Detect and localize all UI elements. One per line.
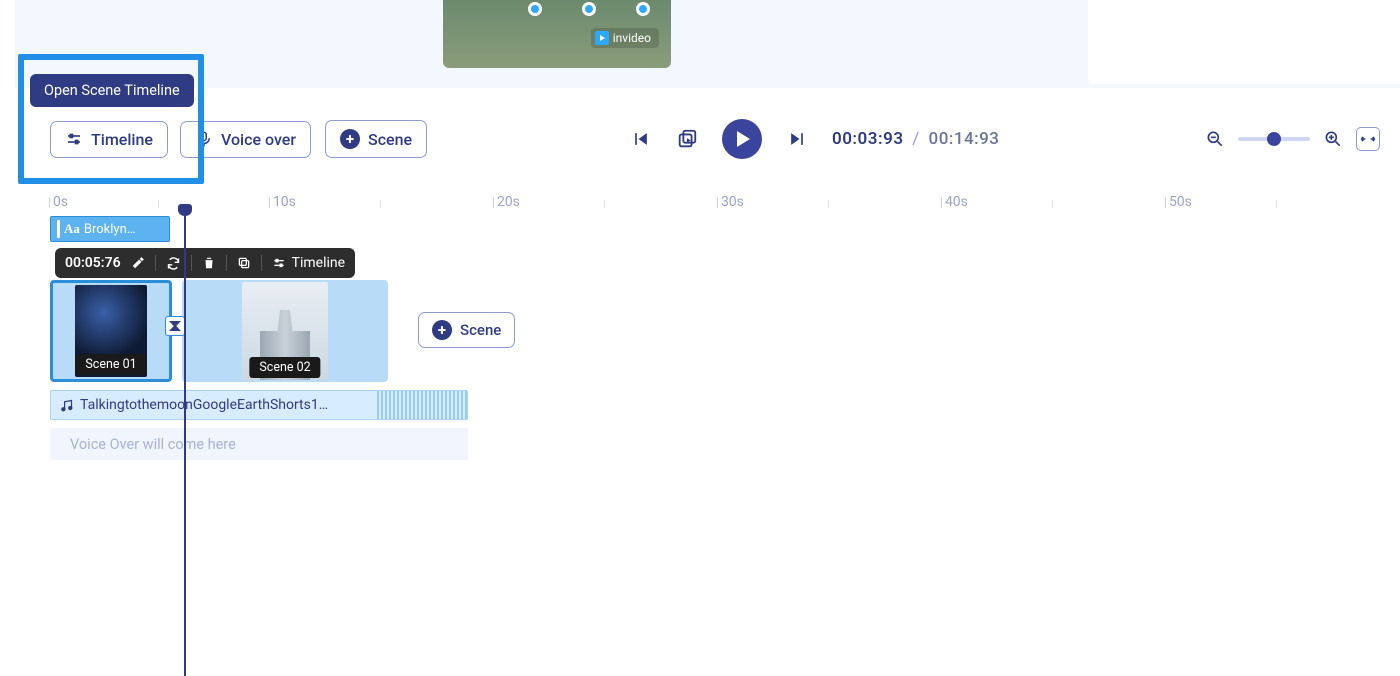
audio-clip-label: TalkingtothemoonGoogleEarthShorts1… bbox=[80, 397, 328, 413]
delete-button[interactable] bbox=[202, 256, 216, 270]
clip-timeline-button[interactable]: Timeline bbox=[272, 255, 345, 271]
zoom-slider-handle[interactable] bbox=[1267, 132, 1281, 146]
mic-icon bbox=[195, 130, 213, 148]
fit-width-button[interactable] bbox=[1356, 127, 1380, 151]
skip-start-button[interactable] bbox=[630, 128, 652, 150]
scene-label: Scene 02 bbox=[249, 357, 320, 378]
transition-icon bbox=[169, 321, 181, 331]
preview-thumbnail[interactable]: invideo bbox=[443, 0, 671, 68]
audio-clip[interactable]: TalkingtothemoonGoogleEarthShorts1… bbox=[50, 390, 468, 420]
zoom-controls bbox=[1204, 110, 1380, 168]
timeline-area: Aa Broklyn… 00:05:76 Timeline Scene 01 bbox=[50, 216, 1400, 242]
skip-end-button[interactable] bbox=[786, 128, 808, 150]
sliders-icon bbox=[65, 130, 83, 148]
scene-clip-1[interactable]: Scene 01 bbox=[50, 280, 172, 382]
zoom-in-button[interactable] bbox=[1322, 128, 1344, 150]
ruler-tick: 10s bbox=[268, 194, 296, 210]
path-node-icon bbox=[636, 2, 650, 16]
path-node-icon bbox=[582, 2, 596, 16]
preview-mode-button[interactable] bbox=[676, 128, 698, 150]
ruler-tick: 40s bbox=[940, 194, 968, 210]
ruler-tick: 50s bbox=[1164, 194, 1192, 210]
zoom-out-button[interactable] bbox=[1204, 128, 1226, 150]
plus-icon: + bbox=[432, 320, 452, 340]
time-ruler[interactable]: 0s 10s 20s 30s 40s 50s bbox=[48, 190, 1400, 214]
watermark-text: invideo bbox=[613, 31, 651, 45]
zoom-slider[interactable] bbox=[1238, 137, 1310, 141]
editor-toolbar: Timeline Voice over + Scene 00:03:93 / 0… bbox=[0, 110, 1400, 168]
transport-controls: 00:03:93 / 00:14:93 bbox=[630, 110, 999, 168]
preview-strip: invideo bbox=[15, 0, 1400, 88]
ruler-tick: 0s bbox=[48, 194, 68, 210]
path-node-icon bbox=[528, 2, 542, 16]
clip-timecode: 00:05:76 bbox=[65, 255, 121, 271]
clip-context-toolbar: 00:05:76 Timeline bbox=[55, 248, 355, 278]
watermark-badge: invideo bbox=[591, 28, 659, 48]
text-clip-label: Broklyn… bbox=[84, 222, 136, 237]
tutorial-tooltip: Open Scene Timeline bbox=[30, 74, 194, 107]
play-button[interactable] bbox=[722, 119, 762, 159]
timecode-display: 00:03:93 / 00:14:93 bbox=[832, 129, 999, 149]
text-icon: Aa bbox=[64, 221, 80, 237]
ruler-tick: 20s bbox=[492, 194, 520, 210]
scene-label: Scene 01 bbox=[75, 354, 146, 375]
voiceover-button[interactable]: Voice over bbox=[180, 121, 311, 158]
plus-icon: + bbox=[340, 129, 360, 149]
clip-handle[interactable] bbox=[57, 220, 60, 238]
edit-button[interactable] bbox=[131, 256, 145, 270]
duplicate-button[interactable] bbox=[237, 256, 251, 270]
add-scene-inline-button[interactable]: + Scene bbox=[418, 312, 515, 348]
scenes-track: Scene 01 Scene 02 bbox=[50, 280, 388, 382]
voiceover-track-placeholder[interactable]: Voice Over will come here bbox=[50, 428, 468, 460]
transition-marker[interactable] bbox=[165, 316, 185, 336]
scene-clip-2[interactable]: Scene 02 bbox=[182, 280, 388, 382]
play-icon bbox=[595, 31, 609, 45]
playhead[interactable] bbox=[184, 216, 186, 676]
ruler-tick: 30s bbox=[716, 194, 744, 210]
waveform-icon bbox=[377, 391, 467, 419]
timeline-button[interactable]: Timeline bbox=[50, 121, 168, 158]
text-clip[interactable]: Aa Broklyn… bbox=[50, 216, 170, 242]
replace-button[interactable] bbox=[166, 256, 181, 271]
side-panel bbox=[1080, 0, 1400, 84]
music-icon bbox=[59, 398, 74, 413]
add-scene-button[interactable]: + Scene bbox=[325, 120, 427, 158]
